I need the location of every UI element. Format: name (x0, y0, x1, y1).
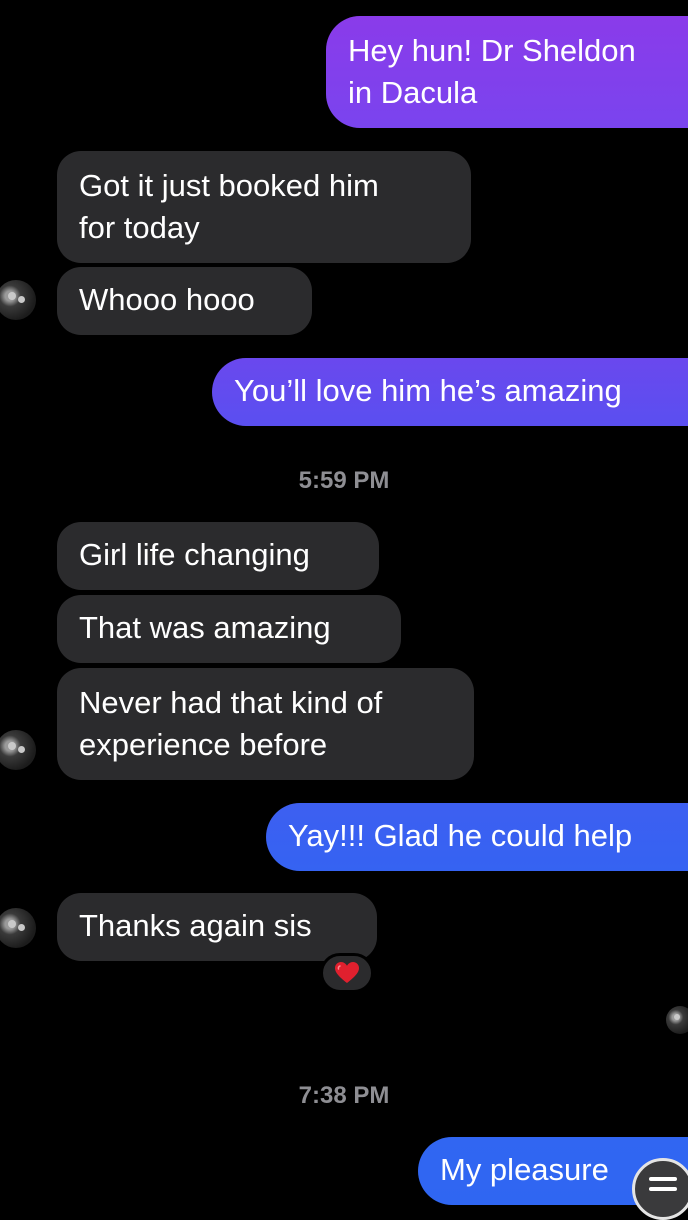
avatar-photo-detail (8, 292, 16, 300)
message-bubble-incoming[interactable]: That was amazing (57, 595, 401, 663)
message-bubble-incoming[interactable]: Thanks again sis (57, 893, 377, 961)
message-text-line: You’ll love him he’s amazing (234, 373, 622, 408)
message-bubble-incoming[interactable]: Never had that kind of experience before (57, 668, 474, 780)
message-text-line: Never had that kind of (79, 685, 383, 720)
timestamp-divider: 5:59 PM (298, 467, 390, 494)
message-reaction[interactable] (320, 953, 374, 993)
message-text-line: Got it just booked him (79, 168, 379, 203)
floating-menu-button[interactable] (632, 1158, 688, 1220)
message-text-line: for today (79, 210, 200, 245)
message-bubble-outgoing[interactable]: You’ll love him he’s amazing (212, 358, 688, 426)
message-text-line: experience before (79, 727, 328, 762)
heart-icon (335, 962, 359, 983)
message-text-line: Whooo hooo (79, 282, 255, 317)
avatar-photo-detail (8, 742, 16, 750)
menu-line-icon (649, 1187, 677, 1191)
avatar-photo-detail (18, 746, 25, 753)
contact-avatar[interactable] (0, 280, 36, 320)
contact-avatar[interactable] (0, 730, 36, 770)
message-bubble-incoming[interactable]: Girl life changing (57, 522, 379, 590)
avatar-photo-detail (674, 1014, 680, 1020)
read-receipt-avatar (666, 1006, 688, 1034)
message-text-line: Yay!!! Glad he could help (288, 818, 633, 853)
message-bubble-incoming[interactable]: Whooo hooo (57, 267, 312, 335)
menu-line-icon (649, 1177, 677, 1181)
avatar-photo-detail (18, 924, 25, 931)
message-text-line: in Dacula (348, 75, 478, 110)
timestamp-divider: 7:38 PM (298, 1082, 390, 1109)
message-bubble-outgoing[interactable]: Yay!!! Glad he could help (266, 803, 688, 871)
message-text-line: Thanks again sis (79, 908, 312, 943)
avatar-photo-detail (8, 920, 16, 928)
message-text-line: That was amazing (79, 610, 331, 645)
message-bubble-incoming[interactable]: Got it just booked him for today (57, 151, 471, 263)
message-text-line: Hey hun! Dr Sheldon (348, 33, 636, 68)
avatar-photo-detail (18, 296, 25, 303)
contact-avatar[interactable] (0, 908, 36, 948)
message-text-line: Girl life changing (79, 537, 310, 572)
message-bubble-outgoing[interactable]: Hey hun! Dr Sheldon in Dacula (326, 16, 688, 128)
